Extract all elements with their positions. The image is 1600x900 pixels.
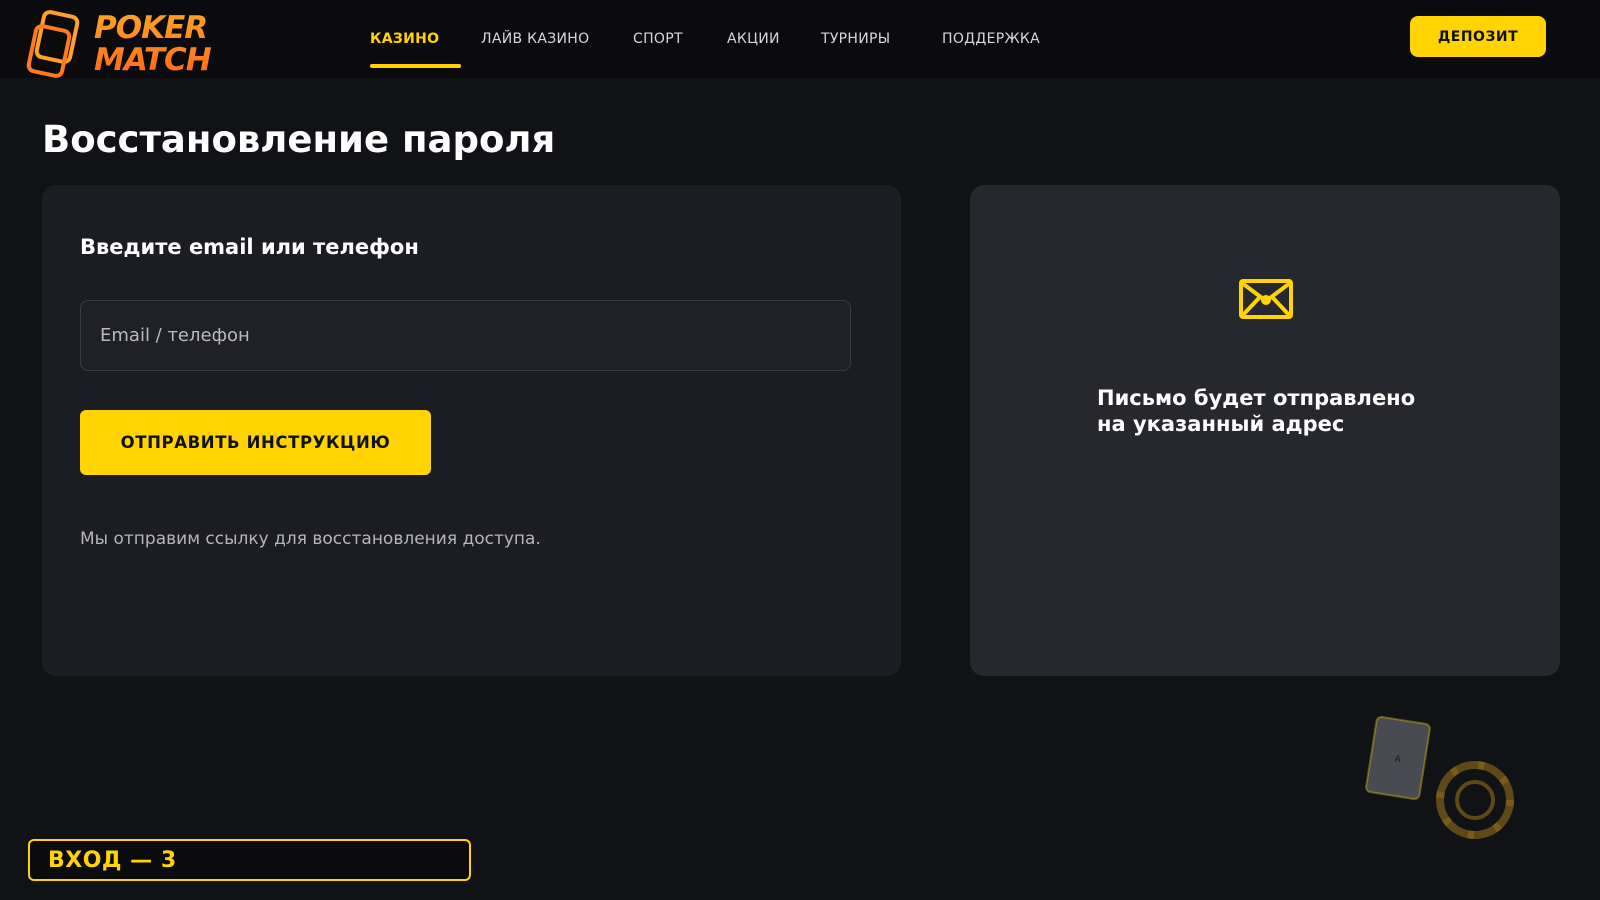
info-message-line-1: Письмо будет отправлено bbox=[1097, 386, 1416, 410]
main-nav: КАЗИНО ЛАЙВ КАЗИНО СПОРТ АКЦИИ ТУРНИРЫ П… bbox=[370, 0, 1052, 78]
logo-line-1: POKER bbox=[94, 10, 208, 46]
login-badge[interactable]: ВХОД — 3 bbox=[28, 839, 471, 881]
casino-decoration: A bbox=[1365, 715, 1514, 839]
logo-wordmark: POKER MATCH bbox=[94, 12, 211, 76]
nav-item-promotions[interactable]: АКЦИИ bbox=[727, 0, 821, 78]
info-message: Письмо будет отправлено на указанный адр… bbox=[1097, 385, 1497, 437]
nav-item-support[interactable]: ПОДДЕРЖКА bbox=[942, 0, 1052, 78]
poker-chip-icon bbox=[1436, 761, 1514, 839]
logo-cards-icon bbox=[26, 10, 80, 78]
nav-item-sport[interactable]: СПОРТ bbox=[633, 0, 727, 78]
page-title: Восстановление пароля bbox=[42, 118, 556, 161]
info-card: Письмо будет отправлено на указанный адр… bbox=[970, 185, 1560, 676]
form-heading: Введите email или телефон bbox=[80, 235, 419, 259]
logo-line-2: MATCH bbox=[94, 42, 211, 78]
send-instructions-button[interactable]: ОТПРАВИТЬ ИНСТРУКЦИЮ bbox=[80, 410, 431, 475]
form-note: Мы отправим ссылку для восстановления до… bbox=[80, 529, 541, 549]
nav-item-live-casino[interactable]: ЛАЙВ КАЗИНО bbox=[481, 0, 633, 78]
deposit-button[interactable]: ДЕПОЗИТ bbox=[1410, 16, 1546, 57]
envelope-icon bbox=[1239, 279, 1293, 319]
poker-match-logo[interactable]: POKER MATCH bbox=[26, 10, 226, 80]
email-phone-input[interactable] bbox=[80, 300, 851, 371]
nav-item-tournaments[interactable]: ТУРНИРЫ bbox=[821, 0, 942, 78]
info-message-line-2: на указанный адрес bbox=[1097, 412, 1345, 436]
playing-card-icon: A bbox=[1365, 715, 1431, 801]
nav-item-casino[interactable]: КАЗИНО bbox=[370, 0, 481, 78]
recovery-form-card: Введите email или телефон ОТПРАВИТЬ ИНСТ… bbox=[42, 185, 901, 676]
top-header: POKER MATCH КАЗИНО ЛАЙВ КАЗИНО СПОРТ АКЦ… bbox=[0, 0, 1600, 78]
